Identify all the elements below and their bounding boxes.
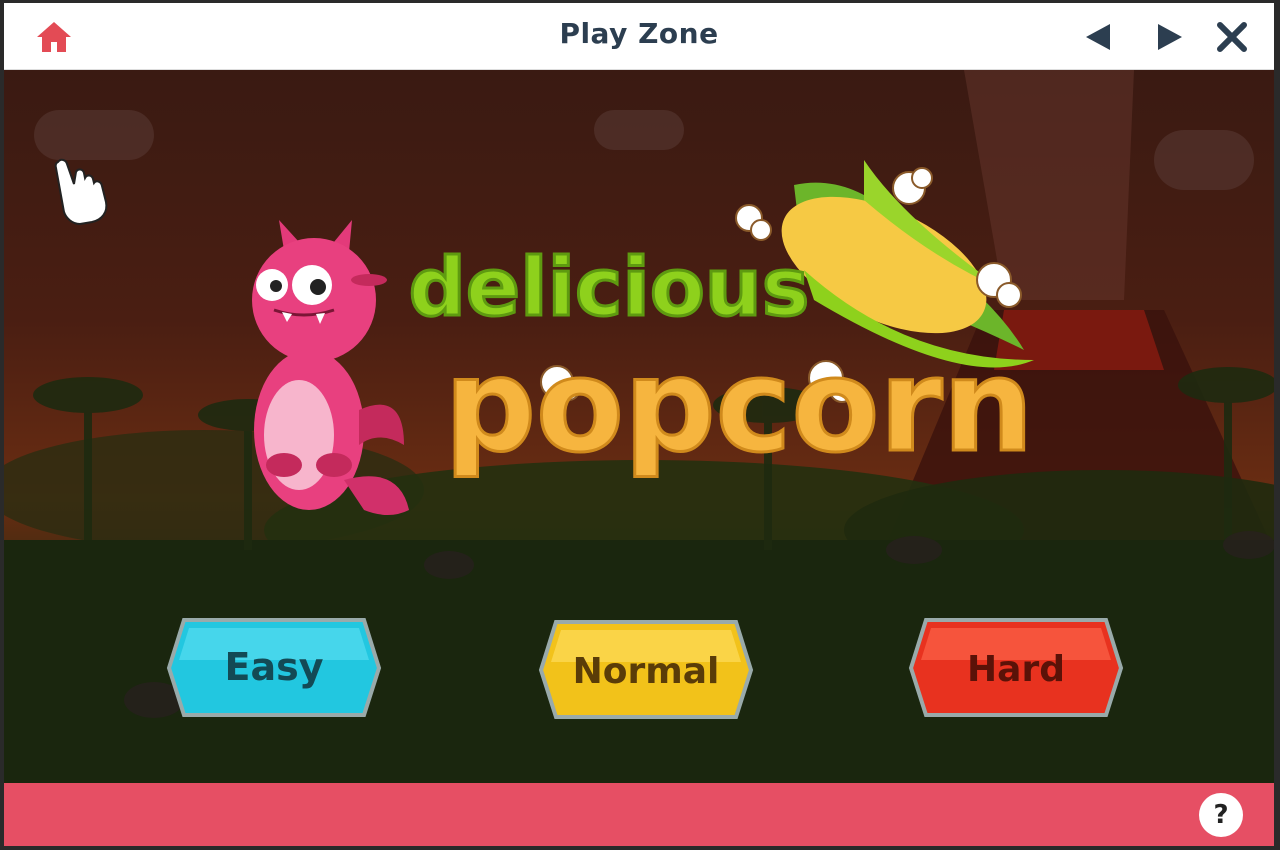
hand-pointer-icon [54, 158, 108, 226]
app-window: Play Zone delicious popcorn Easy Normal … [4, 3, 1274, 846]
game-stage: delicious popcorn Easy Normal Hard [4, 70, 1274, 783]
close-button[interactable] [1212, 17, 1252, 57]
close-icon [1217, 22, 1247, 52]
footer-bar: ? [4, 783, 1274, 846]
normal-label: Normal [573, 651, 720, 692]
triangle-left-icon [1086, 24, 1110, 50]
easy-label: Easy [225, 645, 324, 689]
game-title-line1: delicious [409, 241, 810, 334]
hard-button[interactable]: Hard [908, 618, 1124, 717]
easy-button[interactable]: Easy [166, 618, 382, 717]
game-scene: delicious popcorn Easy Normal Hard [4, 70, 1274, 783]
game-title-line2: popcorn [444, 332, 1033, 481]
normal-button[interactable]: Normal [538, 620, 754, 719]
title-bar: Play Zone [4, 3, 1274, 70]
previous-button[interactable] [1080, 21, 1116, 53]
help-button[interactable]: ? [1199, 793, 1243, 837]
hard-label: Hard [967, 649, 1065, 690]
next-button[interactable] [1152, 21, 1188, 53]
triangle-right-icon [1158, 24, 1182, 50]
